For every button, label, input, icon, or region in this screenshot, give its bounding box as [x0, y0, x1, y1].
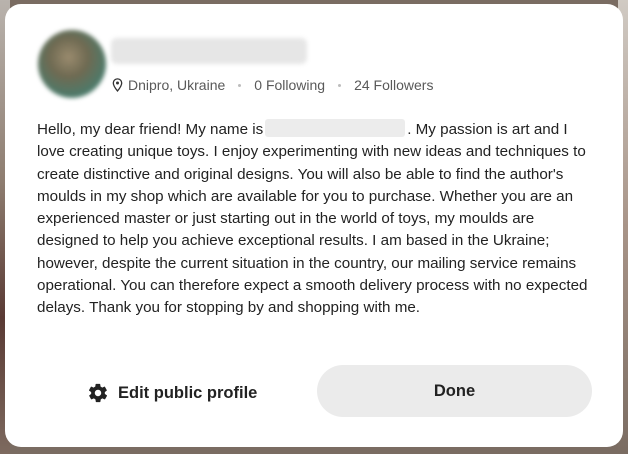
- bio-body: . My passion is art and I love creating …: [37, 121, 588, 317]
- avatar[interactable]: [38, 30, 106, 98]
- profile-modal: Dnipro, Ukraine 0 Following 24 Followers…: [5, 4, 623, 447]
- meta-separator: [338, 83, 342, 87]
- map-pin-icon: [112, 78, 123, 92]
- followers-link[interactable]: 24 Followers: [354, 77, 433, 93]
- gear-icon: [88, 383, 108, 403]
- following-link[interactable]: 0 Following: [254, 77, 325, 93]
- bio-text: Hello, my dear friend! My name is. My pa…: [37, 119, 593, 320]
- edit-public-profile-label: Edit public profile: [118, 383, 258, 402]
- done-button[interactable]: Done: [317, 365, 592, 417]
- meta-separator: [238, 83, 242, 87]
- bio-name-redacted: [265, 119, 406, 137]
- profile-name-redacted: [111, 38, 307, 64]
- edit-public-profile-button[interactable]: Edit public profile: [87, 375, 257, 411]
- profile-meta: Dnipro, Ukraine 0 Following 24 Followers: [112, 76, 433, 94]
- done-label: Done: [433, 381, 476, 400]
- bio-intro: Hello, my dear friend! My name is: [37, 121, 264, 138]
- location-text: Dnipro, Ukraine: [128, 77, 226, 93]
